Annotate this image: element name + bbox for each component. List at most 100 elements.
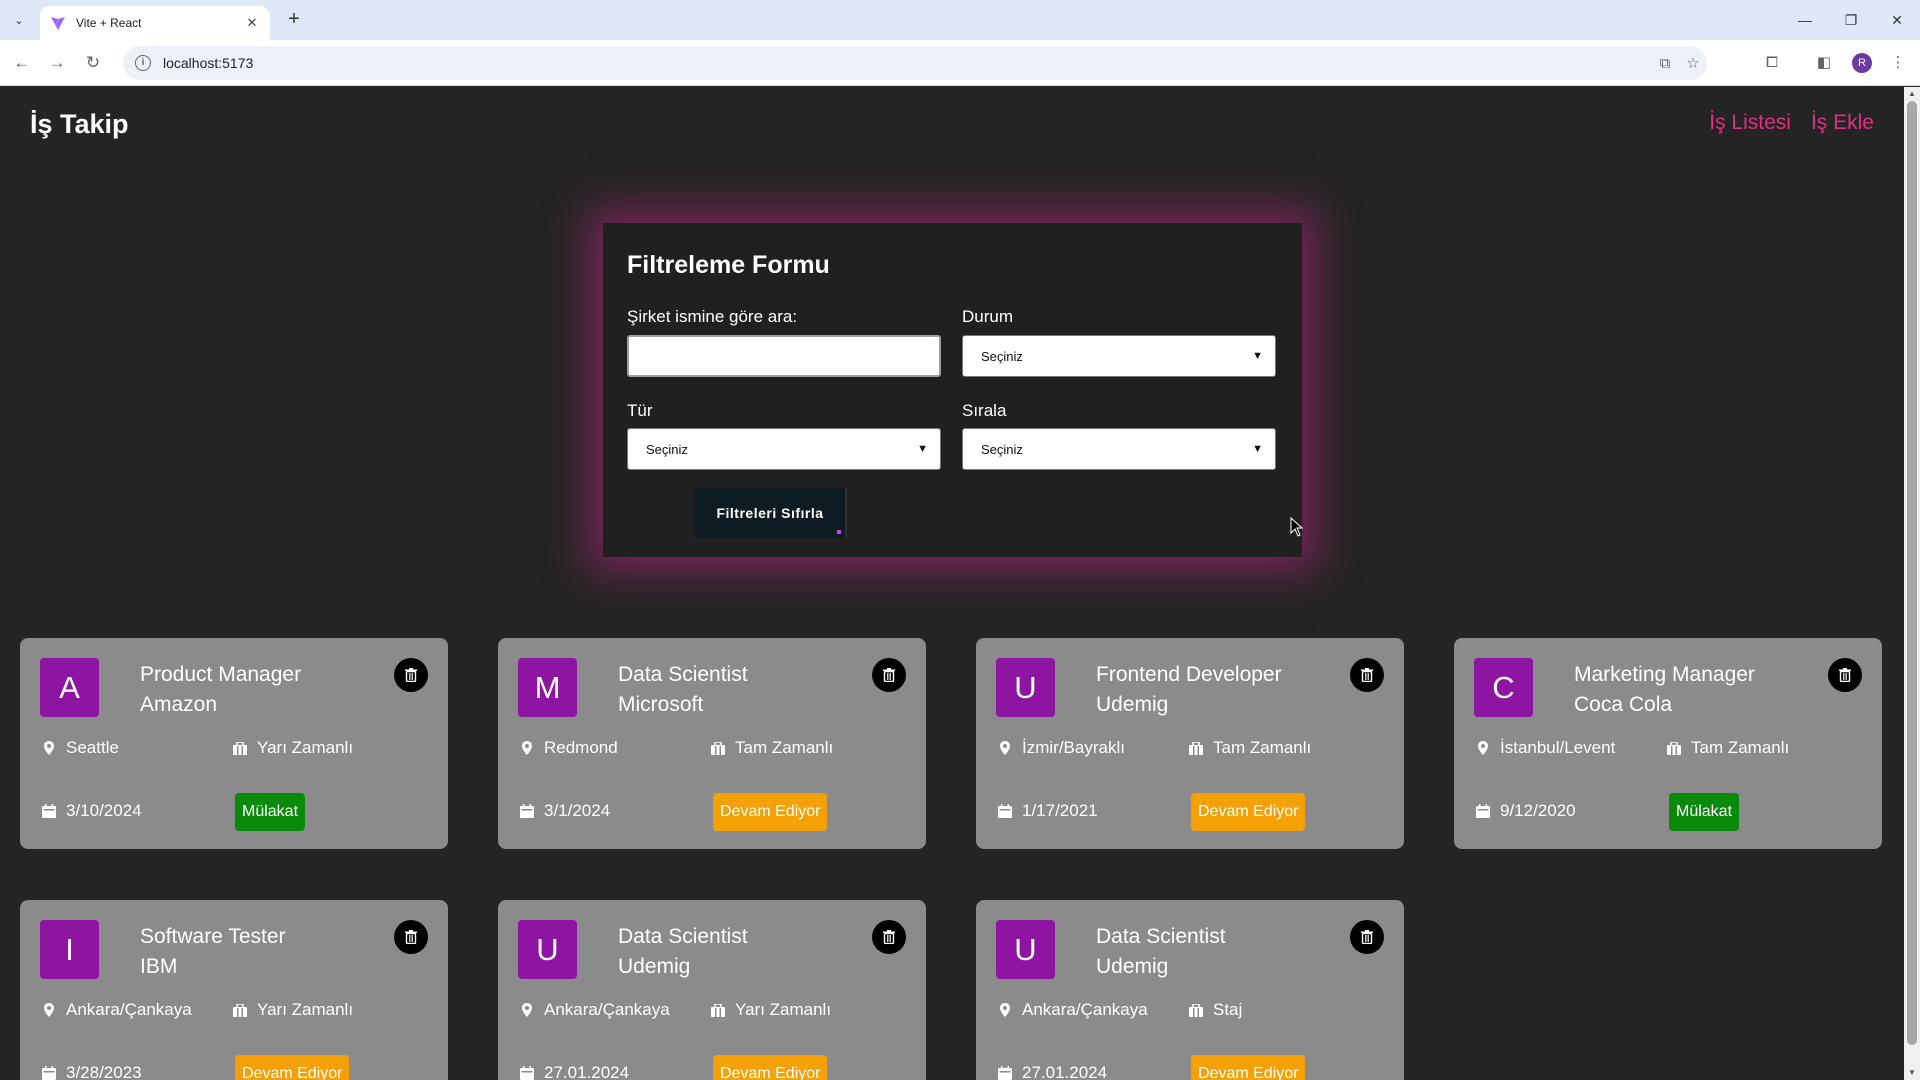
trash-icon [1361, 930, 1373, 944]
job-location: İzmir/Bayraklı [998, 738, 1125, 758]
job-position: Software Tester [140, 925, 286, 948]
profile-avatar[interactable]: R [1852, 53, 1872, 73]
sort-select[interactable]: Seçiniz ▼ [962, 428, 1276, 470]
briefcase-icon [233, 741, 247, 755]
back-icon[interactable]: ← [10, 51, 34, 75]
job-date: 3/28/2023 [42, 1063, 142, 1080]
browser-tab[interactable]: Vite + React ✕ [40, 6, 270, 40]
bookmark-star-icon[interactable]: ☆ [1679, 54, 1707, 72]
delete-job-button[interactable] [872, 658, 906, 692]
page-scrollbar[interactable]: ▲ ▼ [1904, 87, 1920, 1080]
url-text[interactable]: localhost:5173 [163, 55, 1651, 71]
location-icon [42, 1003, 56, 1017]
company-initial-avatar: A [40, 658, 99, 717]
address-bar[interactable]: i localhost:5173 ⧉ ☆ [123, 46, 1707, 80]
delete-job-button[interactable] [1350, 658, 1384, 692]
tab-search-icon[interactable]: ⌄ [8, 9, 30, 31]
job-location-text: Ankara/Çankaya [1022, 1000, 1148, 1019]
calendar-icon [520, 1066, 534, 1080]
briefcase-icon [711, 741, 725, 755]
scroll-down-icon[interactable]: ▼ [1904, 1066, 1920, 1080]
job-status-badge: Mülakat [235, 793, 306, 831]
job-position: Data Scientist [1096, 925, 1226, 948]
trash-icon [883, 930, 895, 944]
job-position: Frontend Developer [1096, 663, 1282, 686]
type-label: Tür [627, 401, 653, 420]
job-card: M Data Scientist Microsoft Redmond Tam Zaman… [498, 638, 926, 849]
location-icon [1476, 741, 1490, 755]
status-label: Durum [962, 307, 1014, 326]
nav-link-job-list[interactable]: İş Listesi [1709, 111, 1791, 135]
trash-icon [405, 668, 417, 682]
delete-job-button[interactable] [394, 658, 428, 692]
location-icon [42, 741, 56, 755]
new-tab-icon[interactable]: + [282, 8, 306, 32]
side-panel-icon[interactable]: ◧ [1812, 51, 1836, 75]
chevron-down-icon: ▼ [1252, 443, 1263, 455]
job-title-block: Product Manager Amazon [140, 660, 301, 720]
type-select-value: Seçiniz [646, 441, 688, 457]
forward-icon[interactable]: → [45, 51, 69, 75]
status-select[interactable]: Seçiniz ▼ [962, 335, 1276, 377]
job-location-text: Seattle [66, 738, 119, 757]
job-location: Ankara/Çankaya [42, 1000, 192, 1020]
window-controls: — ❐ ✕ [1782, 0, 1920, 40]
company-initial-avatar: U [518, 920, 577, 979]
delete-job-button[interactable] [1828, 658, 1862, 692]
close-window-icon[interactable]: ✕ [1874, 0, 1920, 40]
job-location-text: İzmir/Bayraklı [1022, 738, 1125, 757]
translate-icon[interactable]: ⧉ [1651, 55, 1679, 72]
job-type-text: Yarı Zamanlı [257, 1000, 354, 1019]
nav-link-add-job[interactable]: İş Ekle [1811, 111, 1874, 135]
delete-job-button[interactable] [1350, 920, 1384, 954]
company-initial-avatar: C [1474, 658, 1533, 717]
job-type-text: Staj [1213, 1000, 1243, 1019]
location-icon [520, 1003, 534, 1017]
briefcase-icon [711, 1003, 725, 1017]
reset-filters-button[interactable]: Filtreleri Sıfırla [695, 488, 847, 538]
company-initial-avatar: U [996, 920, 1055, 979]
reload-icon[interactable]: ↻ [81, 51, 105, 75]
reset-filters-label: Filtreleri Sıfırla [716, 505, 824, 521]
job-date: 27.01.2024 [998, 1063, 1107, 1080]
delete-job-button[interactable] [872, 920, 906, 954]
restore-icon[interactable]: ❐ [1828, 0, 1874, 40]
job-location: Ankara/Çankaya [520, 1000, 670, 1020]
job-type: Staj [1189, 1000, 1242, 1020]
sort-select-value: Seçiniz [981, 441, 1023, 457]
company-initial-avatar: I [40, 920, 99, 979]
chevron-down-icon: ▼ [1252, 350, 1263, 362]
job-date: 3/10/2024 [42, 801, 142, 821]
location-icon [998, 1003, 1012, 1017]
job-date: 1/17/2021 [998, 801, 1098, 821]
job-date-text: 3/10/2024 [66, 801, 142, 820]
job-position: Data Scientist [618, 925, 748, 948]
calendar-icon [42, 1066, 56, 1080]
site-info-icon[interactable]: i [135, 55, 151, 71]
menu-kebab-icon[interactable]: ⋮ [1886, 51, 1910, 75]
scroll-up-icon[interactable]: ▲ [1904, 87, 1920, 101]
job-date: 27.01.2024 [520, 1063, 629, 1080]
job-title-block: Data Scientist Microsoft [618, 660, 748, 720]
job-status-badge: Devam Ediyor [713, 1055, 828, 1080]
job-location-text: Ankara/Çankaya [66, 1000, 192, 1019]
trash-icon [1839, 668, 1851, 682]
job-title-block: Software Tester IBM [140, 922, 286, 982]
company-search-input[interactable] [627, 335, 941, 377]
briefcase-icon [1189, 741, 1203, 755]
job-title-block: Frontend Developer Udemig [1096, 660, 1282, 720]
calendar-icon [998, 1066, 1012, 1080]
job-company: Udemig [1096, 955, 1169, 978]
brand-logo[interactable]: İş Takip [30, 109, 129, 140]
job-company: IBM [140, 955, 178, 978]
extensions-icon[interactable]: ⧠ [1760, 51, 1784, 75]
job-location: Redmond [520, 738, 618, 758]
job-position: Data Scientist [618, 663, 748, 686]
scroll-thumb[interactable] [1907, 101, 1917, 1045]
minimize-icon[interactable]: — [1782, 0, 1828, 40]
trash-icon [405, 930, 417, 944]
tab-close-icon[interactable]: ✕ [244, 15, 260, 31]
delete-job-button[interactable] [394, 920, 428, 954]
briefcase-icon [1667, 741, 1681, 755]
type-select[interactable]: Seçiniz ▼ [627, 428, 941, 470]
